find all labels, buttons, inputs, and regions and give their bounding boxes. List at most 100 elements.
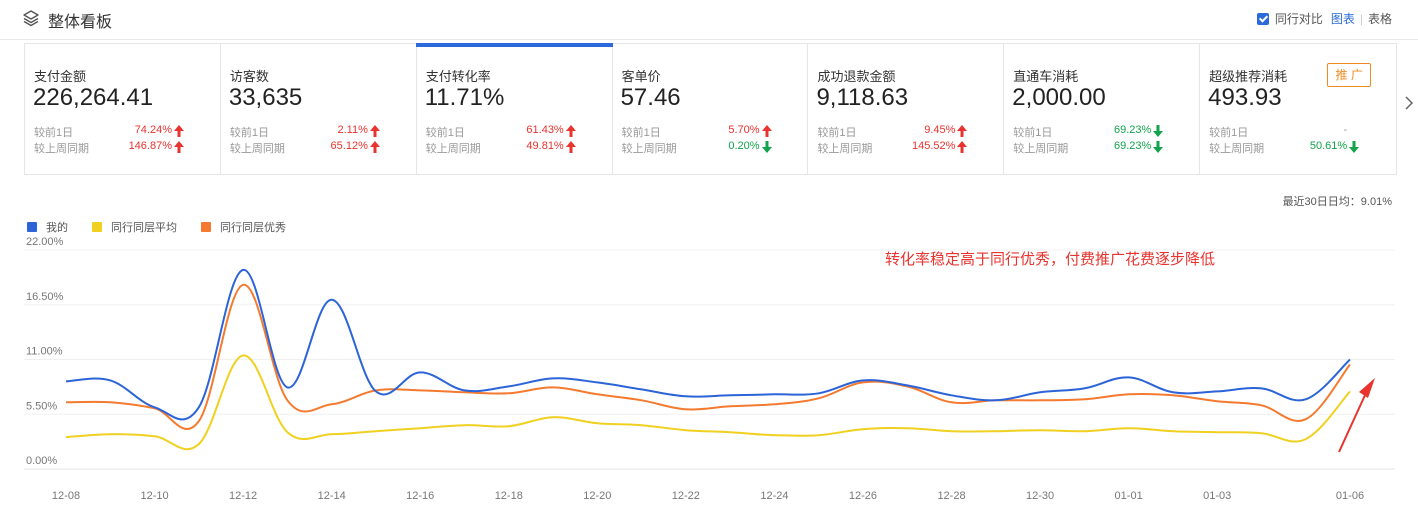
compare-label-day: 较前1日 <box>34 127 74 139</box>
panel-header: 整体看板 同行对比 图表 | 表格 <box>0 0 1418 40</box>
x-tick-label: 12-28 <box>937 490 965 502</box>
x-tick-label: 12-12 <box>229 490 257 502</box>
compare-pct-day: 61.43% <box>526 124 564 136</box>
metric-value: 493.93 <box>1208 84 1282 111</box>
compare-pct-week: 145.52% <box>912 140 956 152</box>
y-tick-label: 0.00% <box>26 455 57 467</box>
series-line-1 <box>65 354 1351 451</box>
trend-arrow-shaft <box>1338 392 1367 453</box>
compare-label-day: 较前1日 <box>1013 127 1053 139</box>
metric-card[interactable]: 客单价 57.46 较前1日 5.70% 较上周同期 0.20% <box>613 44 809 174</box>
compare-label-week: 较上周同期 <box>34 143 89 155</box>
compare-pct-week: 50.61% <box>1309 140 1348 152</box>
compare-row-week: 较上周同期 50.61% <box>1209 140 1360 155</box>
compare-row-week: 较上周同期 65.12% <box>230 140 380 155</box>
chart-annotation: 转化率稳定高于同行优秀，付费推广花费逐步降低 <box>885 251 1216 268</box>
arrow-down-icon <box>761 141 772 153</box>
metric-label: 访客数 <box>229 69 269 84</box>
compare-row-day: 较前1日 - <box>1209 124 1359 139</box>
compare-pct-day: 2.11% <box>337 124 368 136</box>
arrow-up-icon <box>957 125 968 137</box>
compare-pct-week: 49.81% <box>526 140 564 152</box>
x-tick-label: 12-22 <box>672 490 700 502</box>
compare-row-day: 较前1日 2.11% <box>229 124 380 139</box>
trend-arrow-head <box>1359 378 1375 398</box>
metric-card[interactable]: 直通车消耗 2,000.00 较前1日 69.23% 较上周同期 69.23% <box>1004 44 1201 174</box>
promo-badge[interactable]: 推 广 <box>1327 63 1372 87</box>
metric-card[interactable]: 成功退款金额 9,118.63 较前1日 9.45% 较上周同期 145.52% <box>808 44 1005 174</box>
thirty-day-average: 最近30日日均：9.01% <box>1282 196 1392 208</box>
compare-label-day: 较前1日 <box>229 127 269 139</box>
metric-label: 支付转化率 <box>425 69 491 84</box>
y-tick-label: 22.00% <box>26 236 64 248</box>
metric-value: 11.71% <box>424 84 505 111</box>
chevron-right-icon[interactable] <box>1403 94 1415 112</box>
compare-pct-week: 69.23% <box>1113 140 1152 152</box>
metric-value: 2,000.00 <box>1012 84 1106 111</box>
compare-row-week: 较上周同期 0.20% <box>622 140 772 155</box>
view-separator: | <box>1359 11 1363 26</box>
x-tick-label: 12-08 <box>52 490 80 502</box>
x-tick-label: 12-10 <box>140 490 168 502</box>
table-view-link[interactable]: 表格 <box>1368 10 1392 27</box>
compare-pct-day: - <box>1343 124 1348 136</box>
compare-pct-day: 69.23% <box>1113 124 1152 136</box>
compare-row-day: 较前1日 9.45% <box>817 124 968 139</box>
compare-label-day: 较前1日 <box>1209 127 1249 139</box>
metric-card[interactable]: 支付转化率 11.71% 较前1日 61.43% 较上周同期 49.81% <box>415 43 613 174</box>
compare-pct-week: 0.20% <box>728 140 760 152</box>
compare-label-week: 较上周同期 <box>1209 143 1265 155</box>
y-tick-label: 11.00% <box>26 346 63 358</box>
x-tick-label: 12-18 <box>495 490 523 502</box>
metric-card[interactable]: 访客数 33,635 较前1日 2.11% 较上周同期 65.12% <box>221 44 417 174</box>
arrow-up-icon <box>174 125 184 137</box>
x-tick-label: 01-06 <box>1336 490 1364 502</box>
compare-label-week: 较上周同期 <box>1013 143 1069 155</box>
arrow-up-icon <box>565 125 576 137</box>
compare-label[interactable]: 同行对比 <box>1275 10 1323 27</box>
x-tick-label: 12-30 <box>1026 490 1054 502</box>
compare-row-day: 较前1日 74.24% <box>34 124 184 139</box>
conversion-line-chart: 0.00% 5.50% 11.00% 16.50% 22.00% 12-08 12-10 12… <box>24 236 1395 502</box>
page-title: 整体看板 <box>48 14 113 31</box>
metric-card[interactable]: 超级推荐消耗 493.93 较前1日 - 较上周同期 50.61% 推 广 <box>1200 44 1396 174</box>
chart-view-link[interactable]: 图表 <box>1331 10 1355 27</box>
x-tick-label: 12-26 <box>849 490 877 502</box>
metric-label: 客单价 <box>621 69 661 84</box>
metric-card[interactable]: 支付金额 226,264.41 较前1日 74.24% 较上周同期 146.87% <box>25 44 221 174</box>
metric-cards: 支付金额 226,264.41 较前1日 74.24% 较上周同期 146.87% 访客数 3… <box>24 43 1397 175</box>
x-tick-label: 12-14 <box>318 490 346 502</box>
compare-label-day: 较前1日 <box>425 127 465 139</box>
compare-pct-week: 65.12% <box>330 140 368 152</box>
compare-row-day: 较前1日 5.70% <box>622 124 772 139</box>
compare-pct-day: 5.70% <box>728 124 760 136</box>
arrow-down-icon <box>1349 141 1360 153</box>
compare-pct-day: 74.24% <box>134 124 172 136</box>
compare-row-week: 较上周同期 145.52% <box>817 140 968 155</box>
compare-pct-week: 146.87% <box>128 140 172 152</box>
x-tick-label: 01-01 <box>1115 490 1143 502</box>
x-tick-label: 12-20 <box>583 490 611 502</box>
y-tick-label: 16.50% <box>26 291 64 303</box>
compare-checkbox[interactable] <box>1256 12 1269 25</box>
y-tick-label: 5.50% <box>26 400 57 412</box>
metric-value: 57.46 <box>620 84 681 111</box>
header-controls: 同行对比 图表 | 表格 <box>1256 10 1392 27</box>
arrow-up-icon <box>174 141 184 153</box>
series-line-2 <box>65 283 1351 430</box>
arrow-up-icon <box>565 141 576 153</box>
x-tick-label: 12-24 <box>760 490 788 502</box>
arrow-up-icon <box>957 141 968 153</box>
x-tick-label: 12-16 <box>406 490 434 502</box>
compare-pct-day: 9.45% <box>924 124 956 136</box>
arrow-down-icon <box>1153 141 1164 153</box>
x-tick-label: 01-03 <box>1203 490 1231 502</box>
compare-row-week: 较上周同期 49.81% <box>426 140 576 155</box>
arrow-up-icon <box>761 125 772 137</box>
arrow-up-icon <box>369 125 380 137</box>
compare-label-day: 较前1日 <box>817 127 857 139</box>
metric-value: 226,264.41 <box>33 84 154 111</box>
metric-label: 支付金额 <box>34 69 87 84</box>
compare-row-day: 较前1日 61.43% <box>425 124 576 139</box>
arrow-up-icon <box>369 141 380 153</box>
